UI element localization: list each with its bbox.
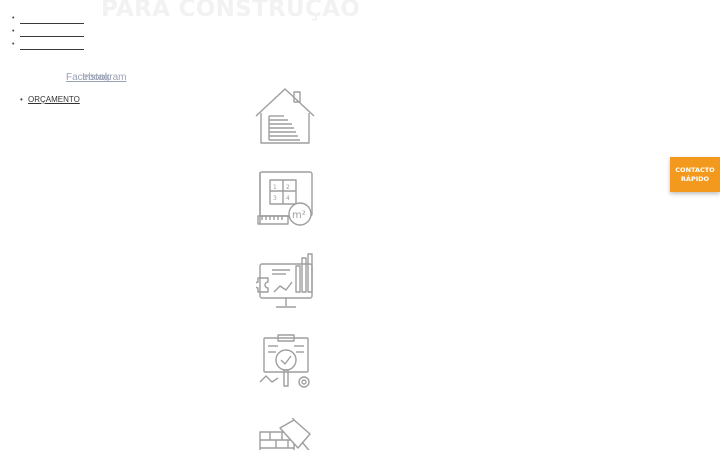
svg-text:1: 1 xyxy=(273,184,277,191)
top-link-item[interactable] xyxy=(12,27,84,40)
menu-link-orcamento[interactable]: ORÇAMENTO xyxy=(28,95,80,104)
top-links-list xyxy=(12,14,84,53)
svg-text:3: 3 xyxy=(273,195,277,202)
hero-title: PARA CONSTRUÇÃO xyxy=(101,0,361,22)
svg-text:2: 2 xyxy=(286,184,290,191)
inspection-icon xyxy=(258,334,314,392)
instagram-link[interactable]: Instagram xyxy=(82,72,126,83)
svg-text:m²: m² xyxy=(292,210,306,221)
quick-contact-button[interactable]: CONTACTO RÁPIDO xyxy=(670,157,720,192)
brick-trowel-icon xyxy=(258,418,314,450)
analytics-monitor-icon xyxy=(256,252,316,312)
top-link[interactable] xyxy=(20,40,84,50)
top-link[interactable] xyxy=(20,27,84,37)
quick-contact-label-line1: CONTACTO xyxy=(675,166,715,174)
house-icon xyxy=(254,86,316,146)
quick-contact-label-line2: RÁPIDO xyxy=(680,175,710,183)
top-link-item[interactable] xyxy=(12,40,84,53)
blueprint-icon: 1 2 3 4 m² xyxy=(256,170,314,228)
main-menu: ORÇAMENTO xyxy=(20,95,80,104)
top-link[interactable] xyxy=(20,14,84,24)
menu-item-orcamento[interactable]: ORÇAMENTO xyxy=(20,95,80,104)
top-link-item[interactable] xyxy=(12,14,84,27)
svg-text:4: 4 xyxy=(286,195,290,202)
social-links: Facebook Instagram xyxy=(66,72,126,83)
